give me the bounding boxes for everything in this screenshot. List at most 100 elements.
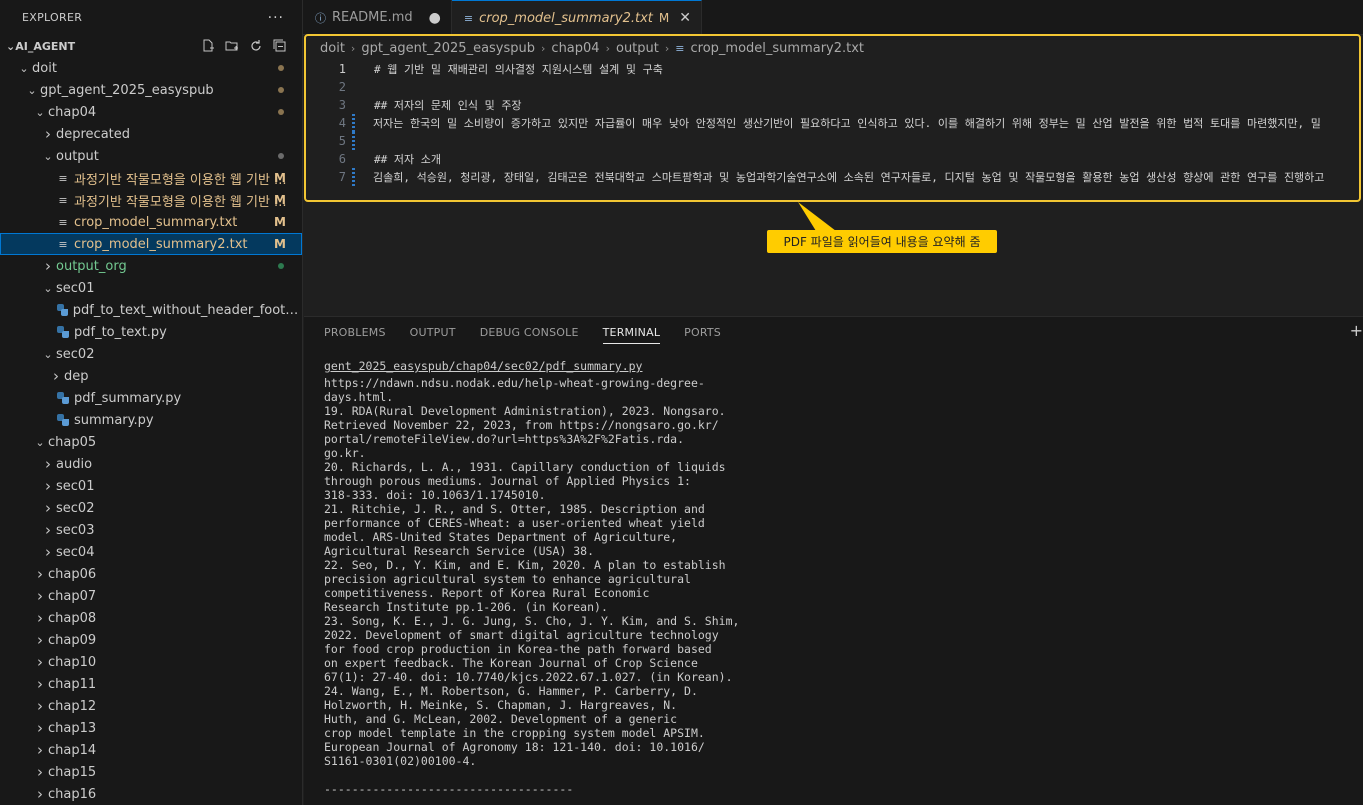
git-change-marker xyxy=(352,60,356,78)
code-line[interactable]: 4 저자는 한국의 밀 소비량이 증가하고 있지만 자급률이 매우 낮아 안정적인… xyxy=(306,114,1359,132)
tree-item-label: chap16 xyxy=(48,786,97,802)
tree-item[interactable]: › sec03 xyxy=(0,519,302,541)
breadcrumb-doit[interactable]: doit xyxy=(320,41,345,56)
line-number: 3 xyxy=(338,98,346,112)
git-change-marker xyxy=(352,114,355,132)
tree-item[interactable]: ⌄ sec01 xyxy=(0,277,302,299)
breadcrumb-output[interactable]: output xyxy=(616,41,659,56)
tree-item[interactable]: › sec04 xyxy=(0,541,302,563)
tree-item[interactable]: pdf_summary.py xyxy=(0,387,302,409)
refresh-icon[interactable] xyxy=(248,38,264,54)
tree-item[interactable]: › chap08 xyxy=(0,607,302,629)
chevron-down-icon: ⌄ xyxy=(43,281,53,295)
chevron-right-icon: › xyxy=(37,653,43,671)
tree-item[interactable]: › output_org xyxy=(0,255,302,277)
tree-item[interactable]: › chap07 xyxy=(0,585,302,607)
editor-highlight-box: doit › gpt_agent_2025_easyspub › chap04 … xyxy=(304,34,1361,202)
tree-item[interactable]: › chap09 xyxy=(0,629,302,651)
tree-item[interactable]: › chap15 xyxy=(0,761,302,783)
tree-item[interactable]: › dep xyxy=(0,365,302,387)
line-text: # 웹 기반 밀 재배관리 의사결정 지원시스템 설계 및 구축 xyxy=(374,63,663,76)
terminal-output[interactable]: gent_2025_easyspub/chap04/sec02/pdf_summ… xyxy=(324,359,1353,796)
breadcrumb-project[interactable]: gpt_agent_2025_easyspub xyxy=(361,41,535,56)
tree-item-label: dep xyxy=(64,368,89,384)
modified-badge: M xyxy=(274,215,286,229)
tree-item[interactable]: ≡ crop_model_summary.txt M xyxy=(0,211,302,233)
tree-item-label: chap12 xyxy=(48,698,97,714)
code-line[interactable]: 6 ## 저자 소개 xyxy=(306,150,1359,168)
close-icon[interactable]: ✕ xyxy=(679,10,691,26)
tree-item[interactable]: ⌄ sec02 xyxy=(0,343,302,365)
panel-tabs: PROBLEMS OUTPUT DEBUG CONSOLE TERMINAL P… xyxy=(304,317,1363,347)
git-change-marker xyxy=(352,132,355,150)
modified-badge: M xyxy=(274,237,286,251)
code-line[interactable]: 5 xyxy=(306,132,1359,150)
tree-item[interactable]: › chap14 xyxy=(0,739,302,761)
tree-item[interactable]: ⌄ output xyxy=(0,145,302,167)
tree-item[interactable]: ≡ 과정기반 작물모형을 이용한 웹 기반 ... M xyxy=(0,167,302,189)
code-editor[interactable]: 1 # 웹 기반 밀 재배관리 의사결정 지원시스템 설계 및 구축 2 3 ## 저자… xyxy=(306,60,1359,186)
tree-item[interactable]: ⌄ chap05 xyxy=(0,431,302,453)
tree-item-label: chap06 xyxy=(48,566,97,582)
chevron-right-icon: › xyxy=(37,741,43,759)
tab-terminal[interactable]: TERMINAL xyxy=(602,326,661,344)
chevron-down-icon: ⌄ xyxy=(43,149,53,163)
terminal-line: crop model template in the cropping syst… xyxy=(324,726,705,740)
code-line[interactable]: 3 ## 저자의 문제 인식 및 주장 xyxy=(306,96,1359,114)
code-line[interactable]: 1 # 웹 기반 밀 재배관리 의사결정 지원시스템 설계 및 구축 xyxy=(306,60,1359,78)
tree-item[interactable]: ⌄ doit xyxy=(0,57,302,79)
tree-item[interactable]: ⌄ gpt_agent_2025_easyspub xyxy=(0,79,302,101)
unsaved-dot-icon[interactable]: ● xyxy=(429,10,441,26)
tab-ports[interactable]: PORTS xyxy=(684,326,721,339)
tree-item-label: chap09 xyxy=(48,632,97,648)
tree-item[interactable]: › chap13 xyxy=(0,717,302,739)
chevron-right-icon: › xyxy=(37,609,43,627)
chevron-right-icon: › xyxy=(37,785,43,803)
tab-crop-model-summary2[interactable]: ≡ crop_model_summary2.txt M ✕ xyxy=(451,0,702,35)
more-actions-icon[interactable]: ··· xyxy=(268,10,284,26)
tree-item-label: chap14 xyxy=(48,742,97,758)
line-text: 김솔희, 석승원, 청리광, 장태일, 김태곤은 전북대학교 스마트팜학과 및 … xyxy=(373,171,1325,184)
code-line[interactable]: 7 김솔희, 석승원, 청리광, 장태일, 김태곤은 전북대학교 스마트팜학과 및… xyxy=(306,168,1359,186)
terminal-line: precision agricultural system to enhance… xyxy=(324,572,691,586)
breadcrumb-chap04[interactable]: chap04 xyxy=(551,41,599,56)
tree-item[interactable]: pdf_to_text.py xyxy=(0,321,302,343)
new-terminal-icon[interactable]: + xyxy=(1350,321,1363,340)
terminal-line: for food crop production in Korea-the pa… xyxy=(324,642,712,656)
chevron-right-icon: › xyxy=(37,565,43,583)
callout-label: PDF 파일을 읽어들여 내용을 요약해 줌 xyxy=(767,230,997,253)
new-folder-icon[interactable] xyxy=(224,38,240,54)
modified-badge: M xyxy=(274,193,286,207)
tree-item[interactable]: › chap06 xyxy=(0,563,302,585)
breadcrumb-file[interactable]: crop_model_summary2.txt xyxy=(691,41,865,56)
python-file-icon xyxy=(57,326,69,338)
new-file-icon[interactable] xyxy=(200,38,216,54)
tree-item[interactable]: › sec01 xyxy=(0,475,302,497)
terminal-line: model. ARS-United States Department of A… xyxy=(324,530,678,544)
tree-item[interactable]: ⌄ chap04 xyxy=(0,101,302,123)
workspace-root[interactable]: ⌄ AI_AGENT xyxy=(0,35,302,57)
tree-item[interactable]: › sec02 xyxy=(0,497,302,519)
terminal-line: 67(1): 27-40. doi: 10.7740/kjcs.2022.67.… xyxy=(324,670,733,684)
tab-output[interactable]: OUTPUT xyxy=(410,326,456,339)
tree-item[interactable]: summary.py xyxy=(0,409,302,431)
text-file-icon: ≡ xyxy=(675,41,685,55)
tree-item[interactable]: › chap12 xyxy=(0,695,302,717)
tree-item[interactable]: ≡ 과정기반 작물모형을 이용한 웹 기반 ... M xyxy=(0,189,302,211)
collapse-all-icon[interactable] xyxy=(272,38,288,54)
code-line[interactable]: 2 xyxy=(306,78,1359,96)
tab-problems[interactable]: PROBLEMS xyxy=(324,326,386,339)
tree-item[interactable]: pdf_to_text_without_header_footer.py xyxy=(0,299,302,321)
tab-readme[interactable]: ⓘ README.md ● xyxy=(303,0,452,35)
terminal-line: European Journal of Agronomy 18: 121-140… xyxy=(324,740,705,754)
bottom-panel: PROBLEMS OUTPUT DEBUG CONSOLE TERMINAL P… xyxy=(304,316,1363,805)
tab-debug-console[interactable]: DEBUG CONSOLE xyxy=(480,326,579,339)
tree-item[interactable]: › audio xyxy=(0,453,302,475)
tree-item[interactable]: › deprecated xyxy=(0,123,302,145)
chevron-right-icon: › xyxy=(45,543,51,561)
tree-item[interactable]: ≡ crop_model_summary2.txt M xyxy=(0,233,302,255)
tree-item[interactable]: › chap11 xyxy=(0,673,302,695)
tree-item[interactable]: › chap10 xyxy=(0,651,302,673)
tree-item[interactable]: › chap16 xyxy=(0,783,302,805)
tree-item-label: chap10 xyxy=(48,654,97,670)
